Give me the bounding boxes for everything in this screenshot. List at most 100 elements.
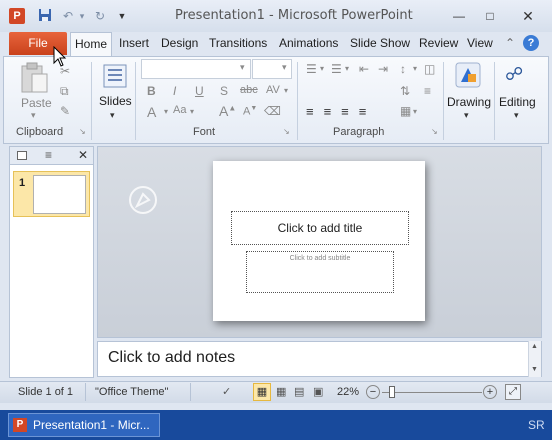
tab-design[interactable]: Design [161, 36, 198, 50]
help-icon[interactable]: ? [523, 35, 539, 51]
smartart-dropdown-icon[interactable]: ▾ [413, 107, 417, 116]
save-icon[interactable] [37, 8, 53, 24]
line-spacing-icon[interactable]: ↕ [400, 62, 406, 76]
drawing-dropdown-icon[interactable]: ▾ [464, 110, 469, 121]
slide-canvas[interactable]: Click to add title Click to add subtitle [213, 161, 425, 321]
notes-scrollbar[interactable]: ▲ ▼ [528, 341, 541, 377]
new-slide-icon[interactable] [103, 63, 127, 88]
pane-tabs: ≡ ✕ [10, 147, 93, 165]
format-painter-icon[interactable]: ✎ [60, 104, 70, 118]
notes-placeholder[interactable]: Click to add notes [108, 349, 235, 367]
text-direction-icon[interactable]: ⇅ [400, 84, 410, 98]
reading-view-icon[interactable]: ▤ [294, 385, 304, 398]
minimize-icon[interactable]: — [445, 6, 473, 26]
font-name-dropdown-icon[interactable]: ▾ [240, 62, 245, 73]
tab-slides-thumbnails[interactable] [17, 151, 27, 160]
smartart-icon[interactable]: ▦ [400, 104, 411, 118]
bullets-icon[interactable]: ☰ [306, 62, 317, 76]
shrink-font-icon[interactable]: A▼ [243, 105, 257, 118]
theme-name[interactable]: "Office Theme" [95, 386, 168, 398]
divider [494, 62, 495, 140]
language-indicator[interactable]: SR [528, 418, 545, 432]
align-text-icon[interactable]: ≡ [424, 84, 431, 98]
columns-icon[interactable]: ◫ [424, 62, 435, 76]
font-launcher-icon[interactable]: ↘ [283, 127, 290, 136]
change-case-dropdown-icon[interactable]: ▾ [190, 107, 194, 116]
close-pane-icon[interactable]: ✕ [78, 148, 88, 162]
font-name-combo[interactable] [141, 59, 251, 79]
powerpoint-logo-icon[interactable]: P [9, 8, 25, 24]
subtitle-placeholder[interactable]: Click to add subtitle [246, 251, 394, 293]
clipboard-group-label: Clipboard [16, 126, 64, 138]
zoom-level[interactable]: 22% [337, 386, 359, 398]
alignment-buttons[interactable]: ≡≡≡≡ [306, 104, 396, 120]
clipboard-launcher-icon[interactable]: ↘ [79, 127, 86, 136]
notes-pane[interactable]: Click to add notes [97, 341, 542, 377]
drawing-button[interactable]: Drawing [447, 95, 491, 109]
font-color-dropdown-icon[interactable]: ▾ [164, 107, 168, 116]
paragraph-group-label: Paragraph [333, 126, 385, 138]
tab-view[interactable]: View [467, 36, 493, 50]
normal-view-icon[interactable]: ▦ [253, 383, 271, 401]
tab-home[interactable]: Home [70, 32, 112, 57]
tab-transitions[interactable]: Transitions [209, 36, 267, 50]
slides-dropdown-icon[interactable]: ▾ [110, 110, 115, 121]
zoom-in-icon[interactable]: + [483, 385, 497, 399]
slide-sorter-icon[interactable]: ▦ [276, 385, 286, 398]
undo-dropdown-icon[interactable]: ▾ [74, 8, 90, 24]
change-case-icon[interactable]: Aa [173, 104, 186, 116]
drawing-icon[interactable] [455, 62, 481, 88]
customize-qat-icon[interactable]: ▼ [114, 8, 130, 24]
editing-dropdown-icon[interactable]: ▾ [514, 110, 519, 121]
font-size-dropdown-icon[interactable]: ▾ [282, 62, 287, 73]
copy-icon[interactable]: ⧉ [60, 84, 69, 99]
paste-button[interactable]: Paste [21, 96, 52, 110]
paste-icon[interactable] [20, 62, 50, 94]
redo-icon[interactable]: ↻ [92, 8, 108, 24]
taskbar-powerpoint-button[interactable]: Presentation1 - Micr... [8, 413, 160, 437]
decrease-indent-icon[interactable]: ⇤ [359, 62, 369, 76]
app-window: P ↶ ▾ ↻ ▼ Presentation1 - Microsoft Powe… [0, 0, 552, 410]
italic-icon[interactable]: I [173, 84, 176, 98]
tab-review[interactable]: Review [419, 36, 458, 50]
scroll-up-icon[interactable]: ▲ [531, 343, 538, 350]
editing-button[interactable]: Editing [499, 95, 536, 109]
character-spacing-dropdown-icon[interactable]: ▾ [284, 86, 288, 95]
zoom-slider-track[interactable] [382, 392, 482, 393]
tab-animations[interactable]: Animations [279, 36, 338, 50]
divider [85, 383, 86, 401]
zoom-slider-thumb[interactable] [389, 386, 395, 398]
binoculars-icon[interactable]: ☍ [505, 64, 523, 85]
thumbnail-preview [33, 175, 86, 214]
strikethrough-icon[interactable]: abc [240, 84, 258, 96]
bullets-dropdown-icon[interactable]: ▾ [320, 64, 324, 73]
slide-thumbnail[interactable]: 1 [13, 171, 90, 217]
spell-check-icon[interactable]: ✓ [222, 385, 236, 399]
tab-outline[interactable]: ≡ [45, 148, 52, 162]
numbering-icon[interactable]: ☰ [331, 62, 342, 76]
close-icon[interactable]: ✕ [514, 6, 542, 26]
line-spacing-dropdown-icon[interactable]: ▾ [413, 64, 417, 73]
tab-slideshow[interactable]: Slide Show [350, 36, 410, 50]
clear-formatting-icon[interactable]: ⌫ [264, 104, 281, 118]
slideshow-view-icon[interactable]: ▣ [313, 385, 323, 398]
tab-insert[interactable]: Insert [119, 36, 149, 50]
shadow-icon[interactable]: S [220, 84, 228, 98]
paste-dropdown-icon[interactable]: ▾ [31, 110, 36, 121]
character-spacing-icon[interactable]: AV [266, 84, 280, 96]
increase-indent-icon[interactable]: ⇥ [378, 62, 388, 76]
zoom-out-icon[interactable]: − [366, 385, 380, 399]
bold-icon[interactable]: B [147, 84, 156, 98]
title-placeholder[interactable]: Click to add title [231, 211, 409, 245]
maximize-icon[interactable]: □ [476, 6, 504, 26]
slides-button[interactable]: Slides [99, 94, 132, 108]
fit-to-window-icon[interactable]: ⤢ [505, 384, 521, 400]
font-color-icon[interactable]: A [147, 104, 156, 120]
scroll-down-icon[interactable]: ▼ [531, 366, 538, 373]
minimize-ribbon-icon[interactable]: ⌃ [505, 36, 515, 50]
numbering-dropdown-icon[interactable]: ▾ [345, 64, 349, 73]
paragraph-launcher-icon[interactable]: ↘ [431, 127, 438, 136]
grow-font-icon[interactable]: A▲ [219, 103, 236, 119]
underline-icon[interactable]: U [195, 84, 204, 98]
status-bar: Slide 1 of 1 "Office Theme" ✓ ▦ ▦ ▤ ▣ 22… [0, 381, 552, 403]
